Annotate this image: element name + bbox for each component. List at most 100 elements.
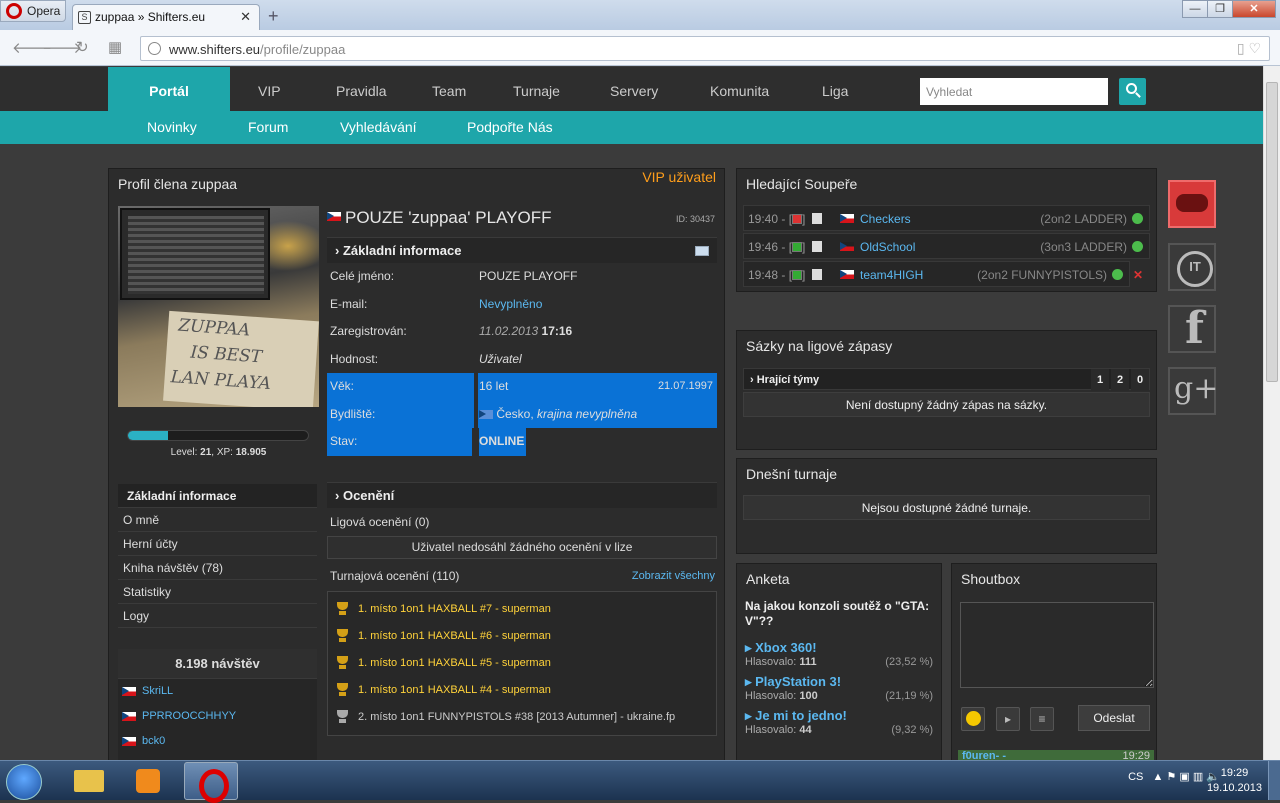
- trophy-row[interactable]: 1. místo 1on1 HAXBALL #5 - superman: [334, 650, 710, 677]
- poll-option[interactable]: ▸ Xbox 360! Hlasovalo: 111 (23,52 %): [737, 634, 941, 668]
- close-tab-icon[interactable]: ✕: [240, 9, 251, 25]
- show-desktop-button[interactable]: [1268, 761, 1280, 800]
- browser-tab[interactable]: S zuppaa » Shifters.eu ✕: [72, 4, 260, 30]
- poll-option[interactable]: ▸ Je mi to jedno! Hlasovalo: 44 (9,32 %): [737, 702, 941, 736]
- opponent-row[interactable]: 19:40 - [] Checkers (2on2 LADDER): [743, 205, 1150, 231]
- opera-taskbar-icon[interactable]: [184, 762, 238, 803]
- visitor-row[interactable]: bck0: [118, 729, 317, 754]
- gamepad-icon[interactable]: [1168, 180, 1216, 228]
- subnav-forum[interactable]: Forum: [248, 111, 288, 144]
- visitor-name[interactable]: SkriLL: [142, 685, 173, 697]
- bookmark-heart-icon[interactable]: ▯ ♡: [1237, 40, 1261, 57]
- awards-title: Ocenění: [342, 488, 395, 503]
- show-all-link[interactable]: Zobrazit všechny: [632, 559, 715, 593]
- nav-servery[interactable]: Servery: [610, 67, 658, 111]
- opponent-team[interactable]: OldSchool: [860, 234, 915, 260]
- nav-portal[interactable]: Portál: [108, 67, 230, 111]
- speed-dial-icon[interactable]: ▦: [108, 38, 122, 56]
- trophy-row[interactable]: 1. místo 1on1 HAXBALL #4 - superman: [334, 677, 710, 704]
- menu-kniha-navstev[interactable]: Kniha návštěv (78): [118, 556, 317, 580]
- remove-icon[interactable]: ✕: [1133, 262, 1143, 288]
- votes-percent: (9,32 %): [891, 724, 933, 736]
- accept-icon[interactable]: [1112, 269, 1123, 280]
- start-button[interactable]: [6, 764, 42, 800]
- opponent-row[interactable]: 19:46 - [] OldSchool (3on3 LADDER): [743, 233, 1150, 259]
- minimize-button[interactable]: —: [1182, 0, 1208, 18]
- gold-trophy-icon: [336, 602, 349, 615]
- tournaments-title: Dnešní turnaje: [746, 466, 838, 482]
- taskbar-clock[interactable]: 19:29 19.10.2013: [1207, 766, 1262, 796]
- url-field[interactable]: www.shifters.eu/profile/zuppaa ▯ ♡: [140, 36, 1270, 61]
- trophy-row[interactable]: 1. místo 1on1 HAXBALL #7 - superman: [334, 596, 710, 623]
- info-label: Hodnost:: [330, 351, 379, 366]
- bets-header-row: › Hrající týmy 1 2 0: [743, 368, 1150, 391]
- visitor-name[interactable]: PPRROOCCHHYY: [142, 710, 236, 722]
- reload-icon[interactable]: ↻: [76, 38, 89, 56]
- info-label: Bydliště:: [330, 406, 376, 421]
- tournaments-panel: Dnešní turnaje Nejsou dostupné žádné tur…: [736, 458, 1157, 554]
- vip-badge[interactable]: VIP uživatel: [642, 169, 716, 185]
- send-button[interactable]: Odeslat: [1078, 705, 1150, 731]
- czech-flag-icon: [122, 737, 136, 746]
- info-label: Zaregistrován:: [330, 324, 407, 338]
- visitor-row[interactable]: SkriLL: [118, 679, 317, 704]
- search-button[interactable]: [1119, 78, 1146, 105]
- czech-flag-icon: [122, 712, 136, 721]
- search-input[interactable]: [920, 78, 1108, 105]
- nav-turnaje[interactable]: Turnaje: [513, 67, 560, 111]
- accept-icon[interactable]: [1132, 213, 1143, 224]
- smiley-icon[interactable]: [961, 707, 985, 731]
- level-prefix: Level:: [170, 447, 198, 458]
- info-value-region: krajina nevyplněna: [537, 406, 638, 421]
- menu-herni-ucty[interactable]: Herní účty: [118, 532, 317, 556]
- trophy-row[interactable]: 1. místo 1on1 HAXBALL #6 - superman: [334, 623, 710, 650]
- google-plus-icon[interactable]: [1168, 367, 1218, 415]
- subnav-novinky[interactable]: Novinky: [147, 111, 197, 144]
- menu-statistiky[interactable]: Statistiky: [118, 580, 317, 604]
- facebook-icon[interactable]: [1168, 303, 1216, 354]
- nav-komunita[interactable]: Komunita: [710, 67, 769, 111]
- accept-icon[interactable]: [1132, 241, 1143, 252]
- menu-o-mne[interactable]: O mně: [118, 508, 317, 532]
- poll-answer[interactable]: Je mi to jedno!: [755, 708, 847, 723]
- close-window-button[interactable]: ✕: [1232, 0, 1276, 18]
- nav-vip[interactable]: VIP: [258, 67, 281, 111]
- opera-menu-button[interactable]: Opera: [0, 0, 66, 22]
- selection-gap: [474, 373, 478, 401]
- mail-icon[interactable]: [695, 246, 709, 256]
- opera-logo-icon: [6, 3, 22, 19]
- page-scrollbar[interactable]: [1263, 66, 1280, 760]
- list-icon[interactable]: ≡: [1030, 707, 1054, 731]
- menu-logy[interactable]: Logy: [118, 604, 317, 628]
- poll-answer[interactable]: Xbox 360!: [755, 640, 816, 655]
- it-icon[interactable]: [1168, 243, 1216, 291]
- basic-info-section: › Základní informace Celé jméno: POUZE PL…: [327, 237, 717, 456]
- subnav-podporte[interactable]: Podpořte Nás: [467, 111, 553, 144]
- opponent-team[interactable]: team4HIGH: [860, 262, 923, 288]
- awards-header: › Ocenění: [327, 482, 717, 508]
- language-indicator[interactable]: CS: [1128, 771, 1143, 783]
- maximize-button[interactable]: ❐: [1207, 0, 1233, 18]
- nav-pravidla[interactable]: Pravidla: [336, 67, 387, 111]
- format-icon[interactable]: ▸: [996, 707, 1020, 731]
- trophy-row[interactable]: 2. místo 1on1 FUNNYPISTOLS #38 [2013 Aut…: [334, 704, 710, 731]
- scrollbar-thumb[interactable]: [1266, 82, 1278, 382]
- opponent-time: 19:40 -: [748, 212, 786, 226]
- poll-answer[interactable]: PlayStation 3!: [755, 674, 841, 689]
- poll-option[interactable]: ▸ PlayStation 3! Hlasovalo: 100 (21,19 %): [737, 668, 941, 702]
- info-label: E-mail:: [330, 296, 368, 311]
- explorer-folder-icon[interactable]: [62, 762, 116, 800]
- menu-zakladni-informace[interactable]: Základní informace: [118, 484, 317, 508]
- subnav-vyhledavani[interactable]: Vyhledávání: [340, 111, 417, 144]
- media-player-icon[interactable]: [122, 762, 176, 800]
- window-controls: — ❐ ✕: [1182, 0, 1276, 20]
- nav-liga[interactable]: Liga: [822, 67, 848, 111]
- nav-team[interactable]: Team: [432, 67, 466, 111]
- visitor-name[interactable]: bck0: [142, 735, 165, 747]
- opponent-team[interactable]: Checkers: [860, 206, 911, 232]
- new-tab-icon[interactable]: +: [268, 6, 279, 27]
- team-flag-icon: [840, 242, 854, 251]
- shoutbox-input[interactable]: [960, 602, 1154, 688]
- opponent-row[interactable]: 19:48 - [] team4HIGH (2on2 FUNNYPISTOLS) ✕: [743, 261, 1143, 288]
- visitor-row[interactable]: PPRROOCCHHYY: [118, 704, 317, 729]
